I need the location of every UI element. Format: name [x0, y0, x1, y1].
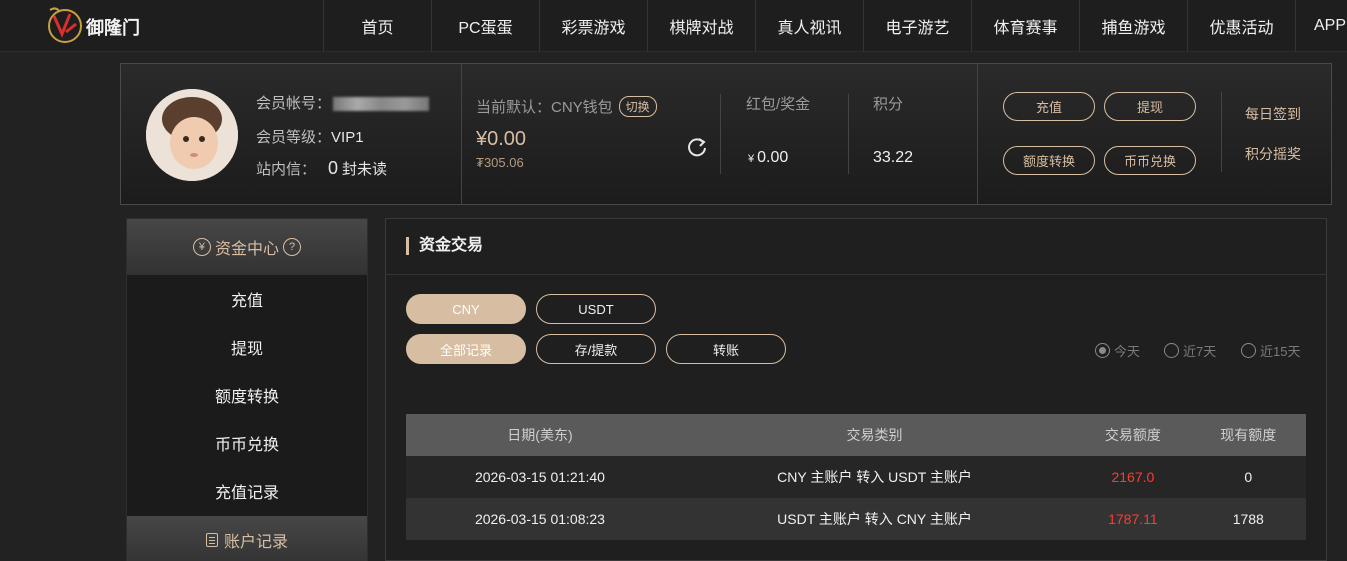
- daily-checkin-link[interactable]: 每日签到: [1245, 104, 1301, 124]
- tab-deposit-withdraw[interactable]: 存/提款: [536, 334, 656, 364]
- tab-usdt[interactable]: USDT: [536, 294, 656, 324]
- wallet-label: 当前默认：CNY钱包 切换: [476, 96, 657, 117]
- wallet-label-text: 当前默认：CNY钱包: [476, 99, 613, 116]
- document-icon: [205, 533, 218, 547]
- nav-lottery[interactable]: 彩票游戏: [539, 0, 647, 52]
- level-value: VIP1: [331, 129, 364, 146]
- divider: [848, 94, 849, 174]
- divider: [977, 64, 978, 204]
- inbox-count[interactable]: 0: [328, 158, 338, 178]
- help-icon[interactable]: ?: [283, 238, 301, 256]
- cell-type: USDT 主账户 转入 CNY 主账户: [673, 498, 1076, 540]
- level-label: 会员等级：: [256, 129, 332, 146]
- nav-sports[interactable]: 体育赛事: [971, 0, 1079, 52]
- table-row: 2026-03-15 01:08:23 USDT 主账户 转入 CNY 主账户 …: [406, 498, 1306, 540]
- radio-icon: [1241, 343, 1256, 358]
- cell-type: CNY 主账户 转入 USDT 主账户: [673, 456, 1076, 498]
- nav-pc-eggs[interactable]: PC蛋蛋: [431, 0, 539, 52]
- sidebar-head-label: 资金中心: [214, 241, 279, 258]
- cell-balance: 1788: [1190, 498, 1306, 540]
- points-lottery-link[interactable]: 积分摇奖: [1245, 144, 1301, 164]
- refresh-icon[interactable]: [686, 136, 708, 158]
- inbox-suffix: 封未读: [342, 161, 388, 178]
- filter-today[interactable]: 今天: [1095, 341, 1140, 360]
- nav-chess-cards[interactable]: 棋牌对战: [647, 0, 755, 52]
- fund-transactions-panel: 资金交易 CNY USDT 全部记录 存/提款 转账 今天 近7天 近15天 日…: [385, 218, 1327, 561]
- account-label: 会员帐号：: [256, 95, 332, 112]
- sidebar-item-exchange[interactable]: 币币兑换: [127, 419, 367, 467]
- sidebar-item-deposit[interactable]: 充值: [127, 275, 367, 323]
- deposit-button[interactable]: 充值: [1003, 92, 1095, 121]
- nav-home[interactable]: 首页: [323, 0, 431, 52]
- top-navbar: 御隆门 首页 PC蛋蛋 彩票游戏 棋牌对战 真人视讯 电子游艺 体育赛事 捕鱼游…: [0, 0, 1347, 52]
- wallet-switch-button[interactable]: 切换: [618, 96, 657, 117]
- column-balance: 现有额度: [1190, 414, 1306, 456]
- nav-live-casino[interactable]: 真人视讯: [755, 0, 863, 52]
- sidebar-item-transfer[interactable]: 额度转换: [127, 371, 367, 419]
- level-row: 会员等级：VIP1: [256, 126, 364, 147]
- table-header: 日期(美东) 交易类别 交易额度 现有额度: [406, 414, 1306, 456]
- transfer-button[interactable]: 额度转换: [1003, 146, 1095, 175]
- sidebar-item-withdraw[interactable]: 提现: [127, 323, 367, 371]
- page-title: 资金交易: [406, 237, 483, 255]
- divider: [720, 94, 721, 174]
- bonus-currency: ¥: [748, 153, 755, 165]
- filter-7days-label: 近7天: [1183, 344, 1217, 359]
- inbox-label: 站内信：: [256, 161, 317, 178]
- column-date: 日期(美东): [406, 414, 674, 456]
- logo-text: 御隆门: [86, 18, 140, 39]
- inbox-row[interactable]: 站内信： 0 封未读: [256, 158, 387, 179]
- cell-amount: 1787.11: [1075, 498, 1191, 540]
- nav-app[interactable]: APP: [1295, 0, 1347, 52]
- account-id-masked: [333, 97, 430, 112]
- nav-fishing[interactable]: 捕鱼游戏: [1079, 0, 1187, 52]
- withdraw-button[interactable]: 提现: [1104, 92, 1196, 121]
- cell-amount: 2167.0: [1075, 456, 1191, 498]
- cell-balance: 0: [1190, 456, 1306, 498]
- wallet-sub-amount: ₮305.06: [476, 155, 524, 170]
- tab-all-records[interactable]: 全部记录: [406, 334, 526, 364]
- column-type: 交易类别: [673, 414, 1076, 456]
- site-logo[interactable]: 御隆门: [44, 4, 154, 46]
- sidebar-head2-label: 账户记录: [223, 534, 288, 551]
- filter-15days-label: 近15天: [1260, 344, 1301, 359]
- wallet-amount: ¥0.00: [476, 128, 527, 150]
- account-row: 会员帐号：: [256, 92, 430, 113]
- cell-date: 2026-03-15 01:21:40: [406, 456, 674, 498]
- bonus-label: 红包/奖金: [746, 96, 811, 113]
- sidebar-head-funds[interactable]: ¥ 资金中心 ?: [127, 219, 367, 275]
- filter-15days[interactable]: 近15天: [1241, 341, 1300, 360]
- radio-icon: [1164, 343, 1179, 358]
- avatar[interactable]: [146, 89, 238, 181]
- divider: [386, 274, 1326, 275]
- column-amount: 交易额度: [1075, 414, 1191, 456]
- tab-transfer[interactable]: 转账: [666, 334, 786, 364]
- nav-slots[interactable]: 电子游艺: [863, 0, 971, 52]
- yuan-icon: ¥: [192, 238, 211, 256]
- user-info-panel: 会员帐号： 会员等级：VIP1 站内信： 0 封未读 当前默认：CNY钱包 切换 ¥0…: [120, 63, 1332, 205]
- points-value: 33.22: [873, 149, 914, 166]
- table-row: 2026-03-15 01:21:40 CNY 主账户 转入 USDT 主账户 …: [406, 456, 1306, 498]
- bonus-amount: 0.00: [757, 149, 789, 166]
- points-label: 积分: [873, 96, 904, 113]
- divider: [461, 64, 462, 204]
- cell-date: 2026-03-15 01:08:23: [406, 498, 674, 540]
- exchange-button[interactable]: 币币兑换: [1104, 146, 1196, 175]
- sidebar-head-account-records[interactable]: 账户记录: [127, 516, 367, 561]
- sidebar-item-deposit-records[interactable]: 充值记录: [127, 467, 367, 515]
- bonus-value: ¥0.00: [748, 149, 788, 167]
- divider: [1221, 92, 1222, 172]
- radio-icon: [1095, 343, 1110, 358]
- main-nav: 首页 PC蛋蛋 彩票游戏 棋牌对战 真人视讯 电子游艺 体育赛事 捕鱼游戏 优惠…: [323, 0, 1347, 52]
- tab-cny[interactable]: CNY: [406, 294, 526, 324]
- filter-7days[interactable]: 近7天: [1164, 341, 1216, 360]
- transactions-table: 日期(美东) 交易类别 交易额度 现有额度 2026-03-15 01:21:4…: [406, 414, 1306, 540]
- filter-today-label: 今天: [1114, 344, 1141, 359]
- nav-promotions[interactable]: 优惠活动: [1187, 0, 1295, 52]
- sidebar: ¥ 资金中心 ? 充值 提现 额度转换 币币兑换 充值记录 账户记录: [126, 218, 368, 561]
